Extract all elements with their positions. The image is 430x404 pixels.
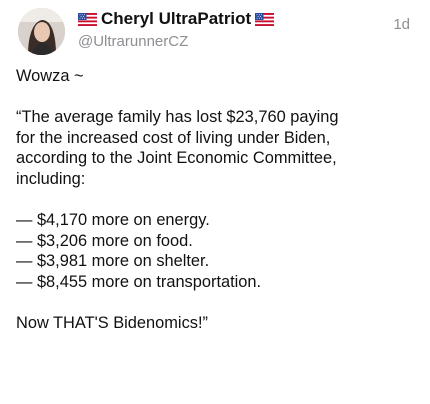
cost-list: — $4,170 more on energy. — $3,206 more o…	[16, 210, 416, 292]
list-item: — $4,170 more on energy.	[16, 211, 210, 230]
post-intro: Wowza ~	[16, 67, 84, 85]
post-timestamp[interactable]: 1d	[393, 16, 410, 33]
post-body: Wowza ~ “The average family has lost $23…	[16, 66, 416, 334]
list-item: — $3,981 more on shelter.	[16, 252, 210, 271]
author-handle[interactable]: @UltrarunnerCZ	[78, 33, 188, 50]
avatar-image	[18, 8, 65, 55]
author-display-name[interactable]: Cheryl UltraPatriot	[101, 9, 251, 29]
quote-line: for the increased cost of living under B…	[16, 128, 331, 147]
author-name-row[interactable]: Cheryl UltraPatriot	[78, 9, 275, 29]
avatar[interactable]	[18, 8, 65, 55]
quote-line: “The average family has lost $23,760 pay…	[16, 108, 339, 127]
us-flag-icon	[78, 12, 97, 26]
us-flag-icon	[255, 12, 275, 26]
post-header: Cheryl UltraPatriot @UltrarunnerCZ 1d	[12, 6, 418, 56]
post-quote: “The average family has lost $23,760 pay…	[16, 107, 416, 189]
list-item: — $8,455 more on transportation.	[16, 272, 262, 291]
post-closing: Now THAT'S Bidenomics!”	[16, 314, 208, 333]
list-item: — $3,206 more on food.	[16, 231, 193, 250]
quote-line: according to the Joint Economic Committe…	[16, 149, 337, 168]
quote-line: including:	[16, 169, 86, 188]
